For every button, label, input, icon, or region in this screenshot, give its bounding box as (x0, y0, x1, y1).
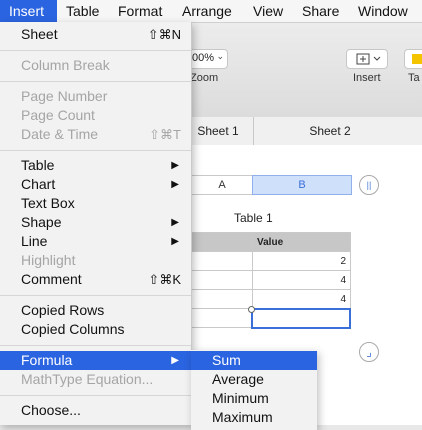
insert-toolbar-button[interactable] (346, 49, 388, 69)
cell-anchor-dot (248, 306, 255, 313)
header-cell-a[interactable] (190, 232, 253, 252)
menu-item-column-break-label: Column Break (21, 57, 110, 73)
menu-bar: Insert Table Format Arrange View Share W… (0, 0, 422, 23)
column-header-a[interactable]: A (190, 175, 254, 195)
zoom-label: Zoom (190, 72, 219, 84)
table-icon (412, 54, 422, 64)
menu-item-date-time-shortcut: ⇧⌘T (149, 127, 181, 142)
insert-menu: Sheet ⇧⌘N Column Break Page Number Page … (0, 22, 192, 425)
menu-item-choose[interactable]: Choose... (0, 401, 191, 420)
menu-window[interactable]: Window (349, 0, 417, 22)
table-title: Table 1 (234, 211, 273, 225)
menu-item-table-label: Table (21, 157, 55, 173)
menu-insert[interactable]: Insert (0, 0, 57, 22)
row-handle-icon[interactable]: ⌟ (359, 342, 379, 362)
menu-item-page-number-label: Page Number (21, 88, 108, 104)
menu-item-shape-label: Shape (21, 214, 62, 230)
submenu-item-minimum-label: Minimum (212, 390, 269, 406)
zoom-select[interactable]: 00% ⌄ (188, 49, 228, 69)
table-cell[interactable] (190, 289, 253, 309)
menu-item-formula[interactable]: Formula ▶ (0, 351, 191, 370)
table-cell[interactable] (190, 251, 253, 271)
table-toolbar-label: Ta (408, 72, 420, 84)
table-cell[interactable] (190, 270, 253, 290)
menu-separator (0, 295, 191, 296)
table-toolbar-button[interactable] (404, 49, 422, 69)
menu-item-formula-label: Formula (21, 352, 73, 368)
menu-item-column-break: Column Break (0, 56, 191, 75)
menu-item-sheet-label: Sheet (21, 26, 58, 42)
menu-item-copied-rows[interactable]: Copied Rows (0, 301, 191, 320)
menu-separator (0, 150, 191, 151)
formula-submenu: Sum Average Minimum Maximum (191, 350, 317, 430)
menu-item-text-box-label: Text Box (21, 195, 75, 211)
menu-item-text-box[interactable]: Text Box (0, 194, 191, 213)
column-handle-icon[interactable]: || (359, 175, 379, 195)
zoom-value: 00% (192, 52, 215, 64)
table-cell[interactable] (190, 308, 253, 328)
insert-toolbar-label: Insert (353, 72, 381, 84)
menu-item-line[interactable]: Line ▶ (0, 232, 191, 251)
menu-item-line-label: Line (21, 233, 48, 249)
menu-item-page-count: Page Count (0, 106, 191, 125)
menu-separator (0, 81, 191, 82)
menu-item-highlight-label: Highlight (21, 252, 76, 268)
menu-format[interactable]: Format (109, 0, 171, 22)
menu-separator (0, 345, 191, 346)
column-header-b[interactable]: B (252, 175, 352, 195)
submenu-arrow-icon: ▶ (171, 217, 179, 228)
submenu-item-sum[interactable]: Sum (191, 351, 317, 370)
submenu-item-average[interactable]: Average (191, 370, 317, 389)
table-cell[interactable]: 2 (252, 251, 351, 271)
submenu-item-maximum[interactable]: Maximum (191, 408, 317, 427)
table-cell[interactable]: 4 (252, 289, 351, 309)
menu-item-chart[interactable]: Chart ▶ (0, 175, 191, 194)
submenu-item-average-label: Average (212, 371, 264, 387)
menu-item-copied-columns-label: Copied Columns (21, 321, 125, 337)
menu-separator (0, 50, 191, 51)
menu-item-page-number: Page Number (0, 87, 191, 106)
menu-item-mathtype: MathType Equation... (0, 370, 191, 389)
menu-item-copied-rows-label: Copied Rows (21, 302, 105, 318)
menu-item-comment[interactable]: Comment ⇧⌘K (0, 270, 191, 289)
menu-item-date-time: Date & Time ⇧⌘T (0, 125, 191, 144)
menu-item-comment-label: Comment (21, 271, 82, 287)
menu-item-mathtype-label: MathType Equation... (21, 371, 154, 387)
menu-item-page-count-label: Page Count (21, 107, 95, 123)
menu-table[interactable]: Table (57, 0, 108, 22)
submenu-item-sum-label: Sum (212, 352, 241, 368)
menu-view[interactable]: View (244, 0, 292, 22)
submenu-arrow-icon: ▶ (171, 179, 179, 190)
menu-item-choose-label: Choose... (21, 402, 81, 418)
submenu-arrow-icon: ▶ (171, 355, 179, 366)
tab-divider (253, 117, 254, 145)
header-cell-value[interactable]: Value (252, 232, 351, 252)
tab-sheet-1[interactable]: Sheet 1 (191, 117, 245, 145)
menu-item-highlight: Highlight (0, 251, 191, 270)
submenu-arrow-icon: ▶ (171, 236, 179, 247)
submenu-arrow-icon: ▶ (171, 160, 179, 171)
menu-item-date-time-label: Date & Time (21, 126, 99, 142)
tab-sheet-2[interactable]: Sheet 2 (296, 117, 364, 145)
menu-item-table[interactable]: Table ▶ (0, 156, 191, 175)
menu-item-sheet[interactable]: Sheet ⇧⌘N (0, 25, 191, 44)
menu-separator (0, 395, 191, 396)
menu-item-chart-label: Chart (21, 176, 56, 192)
insert-icon (356, 53, 381, 65)
table-cell[interactable]: 4 (252, 270, 351, 290)
menu-item-shape[interactable]: Shape ▶ (0, 213, 191, 232)
selected-cell[interactable] (251, 308, 351, 329)
submenu-item-maximum-label: Maximum (212, 409, 273, 425)
chevron-down-icon: ⌄ (216, 51, 224, 61)
menu-item-copied-columns[interactable]: Copied Columns (0, 320, 191, 339)
menu-arrange[interactable]: Arrange (173, 0, 241, 22)
menu-share[interactable]: Share (293, 0, 348, 22)
menu-item-comment-shortcut: ⇧⌘K (148, 272, 181, 287)
submenu-item-minimum[interactable]: Minimum (191, 389, 317, 408)
menu-item-sheet-shortcut: ⇧⌘N (147, 27, 181, 42)
